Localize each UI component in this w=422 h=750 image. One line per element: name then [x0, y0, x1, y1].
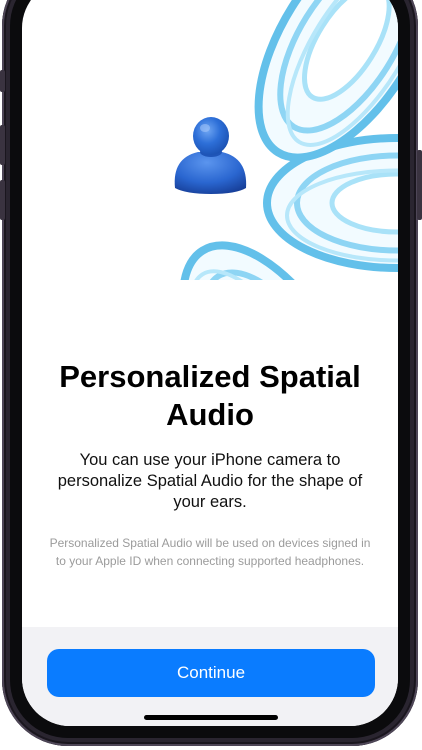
action-button — [0, 70, 5, 92]
footnote-text: Personalized Spatial Audio will be used … — [49, 536, 371, 568]
screenshot: Personalized Spatial Audio You can use y… — [0, 0, 422, 750]
spatial-audio-illustration — [146, 0, 398, 280]
person-figure-icon — [174, 117, 247, 194]
volume-up-button — [0, 125, 5, 165]
phone-screen: Personalized Spatial Audio You can use y… — [22, 0, 398, 726]
power-button — [417, 150, 422, 220]
volume-down-button — [0, 180, 5, 220]
page-title: Personalized Spatial Audio — [59, 359, 361, 432]
continue-button[interactable]: Continue — [47, 649, 375, 697]
home-indicator[interactable] — [144, 715, 278, 720]
description-text: You can use your iPhone camera to person… — [57, 451, 363, 511]
